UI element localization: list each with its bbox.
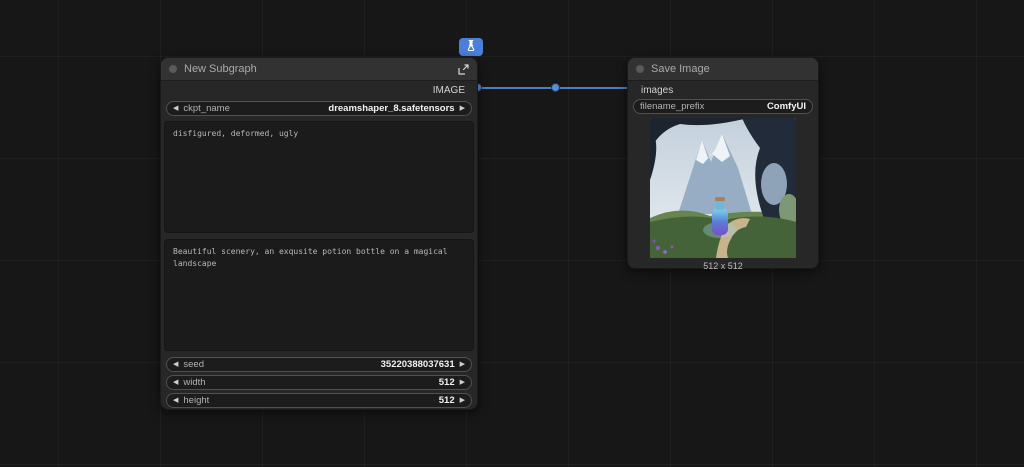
decrement-arrow-icon[interactable]: ◀ [173, 105, 178, 112]
widget-filename-prefix[interactable]: filename_prefix ComfyUI [633, 99, 813, 114]
widget-label: width [183, 377, 205, 388]
increment-arrow-icon[interactable]: ▶ [460, 361, 465, 368]
widget-label: filename_prefix [640, 101, 704, 112]
widget-height[interactable]: ◀ height 512 ▶ [166, 393, 472, 408]
decrement-arrow-icon[interactable]: ◀ [173, 379, 178, 386]
node-title: New Subgraph [184, 63, 450, 75]
input-slot-images[interactable]: images [628, 81, 818, 99]
negative-prompt-textarea[interactable]: disfigured, deformed, ugly [164, 121, 474, 233]
preview-image[interactable] [650, 118, 796, 258]
increment-arrow-icon[interactable]: ▶ [460, 397, 465, 404]
decrement-arrow-icon[interactable]: ◀ [173, 361, 178, 368]
node-header[interactable]: Save Image [628, 58, 818, 81]
widget-ckpt-name[interactable]: ◀ ckpt_name dreamshaper_8.safetensors ▶ [166, 101, 472, 116]
widget-value: 512 [439, 395, 455, 406]
node-status-dot[interactable] [636, 65, 644, 73]
widget-value: 512 [439, 377, 455, 388]
widget-label: ckpt_name [183, 103, 229, 114]
node-new-subgraph[interactable]: New Subgraph IMAGE ◀ ckpt_name dreamshap… [160, 57, 478, 410]
output-slot-label: IMAGE [433, 85, 465, 96]
node-title: Save Image [651, 63, 810, 75]
output-slot-image[interactable]: IMAGE [161, 81, 477, 99]
widget-width[interactable]: ◀ width 512 ▶ [166, 375, 472, 390]
node-save-image[interactable]: Save Image images filename_prefix ComfyU… [627, 57, 819, 269]
decrement-arrow-icon[interactable]: ◀ [173, 397, 178, 404]
positive-prompt-textarea[interactable]: Beautiful scenery, an exqusite potion bo… [164, 239, 474, 351]
widget-value: ComfyUI [767, 101, 806, 112]
flask-icon [466, 38, 476, 56]
widget-seed[interactable]: ◀ seed 35220388037631 ▶ [166, 357, 472, 372]
node-header[interactable]: New Subgraph [161, 58, 477, 81]
node-status-dot[interactable] [169, 65, 177, 73]
open-subgraph-icon[interactable] [457, 63, 469, 75]
fantasy-landscape-image [650, 118, 796, 258]
image-dimensions-caption: 512 x 512 [628, 261, 818, 271]
node-graph-canvas[interactable]: New Subgraph IMAGE ◀ ckpt_name dreamshap… [0, 0, 1024, 467]
widget-value: dreamshaper_8.safetensors [328, 103, 454, 114]
widget-value: 35220388037631 [381, 359, 455, 370]
link-midpoint-dot[interactable] [551, 83, 560, 92]
widget-label: height [183, 395, 209, 406]
increment-arrow-icon[interactable]: ▶ [460, 379, 465, 386]
widget-label: seed [183, 359, 204, 370]
input-slot-label: images [641, 85, 673, 96]
increment-arrow-icon[interactable]: ▶ [460, 105, 465, 112]
subgraph-badge-button[interactable] [459, 38, 483, 56]
